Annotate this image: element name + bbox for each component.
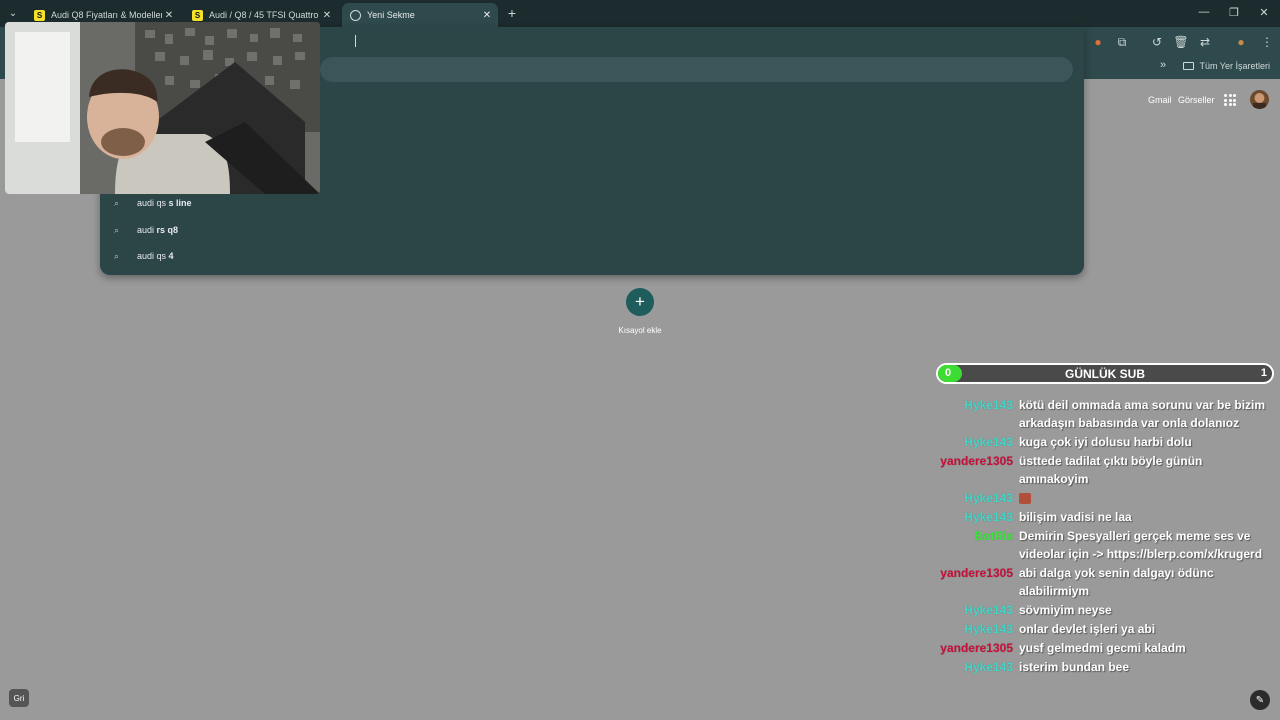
site-favicon-icon: S xyxy=(192,9,203,21)
chat-message: yandere1305 abi dalga yok senin dalgayı ö… xyxy=(920,564,1280,600)
chat-message: Hyke143 bilişim vadisi ne laa xyxy=(920,508,1280,526)
stream-chat: Hyke143 kötü deil ommada ama sorunu var b… xyxy=(920,396,1280,677)
chat-message: Hyke143 kuga çok iyi dolusu harbi dolu xyxy=(920,433,1280,451)
delete-icon[interactable]: 🗑 xyxy=(1173,34,1189,50)
all-bookmarks-button[interactable]: Tüm Yer İşaretleri xyxy=(1183,61,1270,71)
chevron-right-icon[interactable]: » xyxy=(1160,59,1166,71)
suggestion-completion: rs q8 xyxy=(156,225,179,235)
chat-username: Hyke143 xyxy=(964,491,1013,505)
images-link[interactable]: Görseller xyxy=(1178,95,1215,105)
chat-text: abi dalga yok senin dalgayı ödünc alabil… xyxy=(1019,566,1214,598)
tab-title: Audi / Q8 / 45 TFSI Quattro / K xyxy=(209,10,320,20)
account-avatar[interactable] xyxy=(1250,90,1269,109)
chat-message: Hyke143 kötü deil ommada ama sorunu var b… xyxy=(920,396,1280,432)
suggestion-completion: 4 xyxy=(168,251,174,261)
tab-new-tab[interactable]: Yeni Sekme ✕ xyxy=(342,3,498,27)
chat-username: Hyke143 xyxy=(964,510,1013,524)
chat-text xyxy=(1019,489,1269,507)
suggestion-prefix: audi qs xyxy=(137,198,169,208)
tab-title: Yeni Sekme xyxy=(367,10,415,20)
chat-message: Hyke143 isterim bundan bee xyxy=(920,658,1280,676)
sub-goal-title: GÜNLÜK SUB xyxy=(1065,367,1145,381)
chat-username: Hyke143 xyxy=(964,660,1013,674)
add-shortcut-label: Kısayol ekle xyxy=(618,326,662,335)
chat-username: BotRix xyxy=(974,529,1013,543)
search-icon: ⌕ xyxy=(114,224,120,235)
minimize-icon[interactable]: — xyxy=(1196,6,1212,18)
chat-text: üsttede tadilat çıktı böyle günün amınak… xyxy=(1019,454,1203,486)
chat-username: yandere1305 xyxy=(940,454,1013,468)
chat-text: yusf gelmedmi gecmi kaladm xyxy=(1019,641,1186,655)
webcam-overlay xyxy=(5,22,320,194)
chat-username: Hyke143 xyxy=(964,622,1013,636)
menu-kebab-icon[interactable]: ⋮ xyxy=(1259,34,1275,50)
sub-goal-bar: 0 GÜNLÜK SUB 1 xyxy=(936,363,1274,384)
chat-username: yandere1305 xyxy=(940,566,1013,580)
extensions-icon[interactable]: ⧉ xyxy=(1114,34,1130,50)
search-icon: ⌕ xyxy=(114,250,120,261)
bottom-left-button[interactable]: Gri xyxy=(9,689,29,707)
gmail-link[interactable]: Gmail xyxy=(1148,95,1172,105)
folder-icon xyxy=(1183,62,1195,70)
suggestion-item[interactable]: ⌕ audi qs 4 xyxy=(114,245,174,267)
chat-text: Demirin Spesyalleri gerçek meme ses ve v… xyxy=(1019,529,1263,561)
suggestion-prefix: audi qs xyxy=(137,251,169,261)
tab-search-button[interactable]: ⌄ xyxy=(4,4,22,22)
chat-text: onlar devlet işleri ya abi xyxy=(1019,622,1156,636)
suggestion-completion: s line xyxy=(168,198,192,208)
chat-text: kötü deil ommada ama sorunu var be bizim… xyxy=(1019,398,1266,430)
chat-text: bilişim vadisi ne laa xyxy=(1019,510,1132,524)
site-favicon-icon: S xyxy=(34,9,45,21)
suggestion-item[interactable]: ⌕ audi rs q8 xyxy=(114,219,178,241)
sub-goal-target: 1 xyxy=(1260,367,1267,379)
chat-message: yandere1305 yusf gelmedmi gecmi kaladm xyxy=(920,639,1280,657)
history-icon[interactable]: ↺ xyxy=(1149,34,1165,50)
chat-username: yandere1305 xyxy=(940,641,1013,655)
suggestion-prefix: audi xyxy=(137,225,157,235)
extension-fox-icon[interactable]: ● xyxy=(1090,34,1106,50)
text-cursor-icon xyxy=(355,35,361,47)
chat-message: Hyke143 xyxy=(920,489,1280,507)
chat-text: isterim bundan bee xyxy=(1019,660,1130,674)
chat-message: BotRix Demirin Spesyalleri gerçek meme se… xyxy=(920,527,1280,563)
chat-message: yandere1305 üsttede tadilat çıktı böyle g… xyxy=(920,452,1280,488)
tab-title: Audi Q8 Fiyatları & Modelleri sa xyxy=(51,10,162,20)
add-shortcut-button[interactable]: + xyxy=(626,288,654,316)
search-icon: ⌕ xyxy=(114,197,120,208)
close-icon[interactable]: ✕ xyxy=(162,10,176,21)
close-icon[interactable]: ✕ xyxy=(480,10,494,21)
apps-grid-icon[interactable] xyxy=(1224,94,1236,106)
profile-avatar-icon[interactable]: ● xyxy=(1233,34,1249,50)
chat-username: Hyke143 xyxy=(964,435,1013,449)
suggestion-item[interactable]: ⌕ audi qs s line xyxy=(114,192,192,214)
close-icon[interactable]: ✕ xyxy=(320,10,334,21)
new-tab-button[interactable]: + xyxy=(504,5,520,21)
emote-icon xyxy=(1019,493,1031,505)
translate-icon[interactable]: ⇄ xyxy=(1197,34,1213,50)
chat-message: Hyke143 sövmiyim neyse xyxy=(920,601,1280,619)
chat-message: Hyke143 onlar devlet işleri ya abi xyxy=(920,620,1280,638)
webcam-feed xyxy=(5,22,320,194)
chat-text: kuga çok iyi dolusu harbi dolu xyxy=(1019,435,1192,449)
restore-icon[interactable]: ❐ xyxy=(1226,6,1242,19)
omnibox-input[interactable] xyxy=(320,57,1073,82)
chrome-icon xyxy=(350,9,361,21)
edit-pencil-icon[interactable]: ✎ xyxy=(1250,690,1270,710)
chat-username: Hyke143 xyxy=(964,603,1013,617)
all-bookmarks-label: Tüm Yer İşaretleri xyxy=(1199,61,1270,71)
window-close-icon[interactable]: ✕ xyxy=(1256,6,1272,19)
chat-text: sövmiyim neyse xyxy=(1019,603,1112,617)
chat-username: Hyke143 xyxy=(964,398,1013,412)
